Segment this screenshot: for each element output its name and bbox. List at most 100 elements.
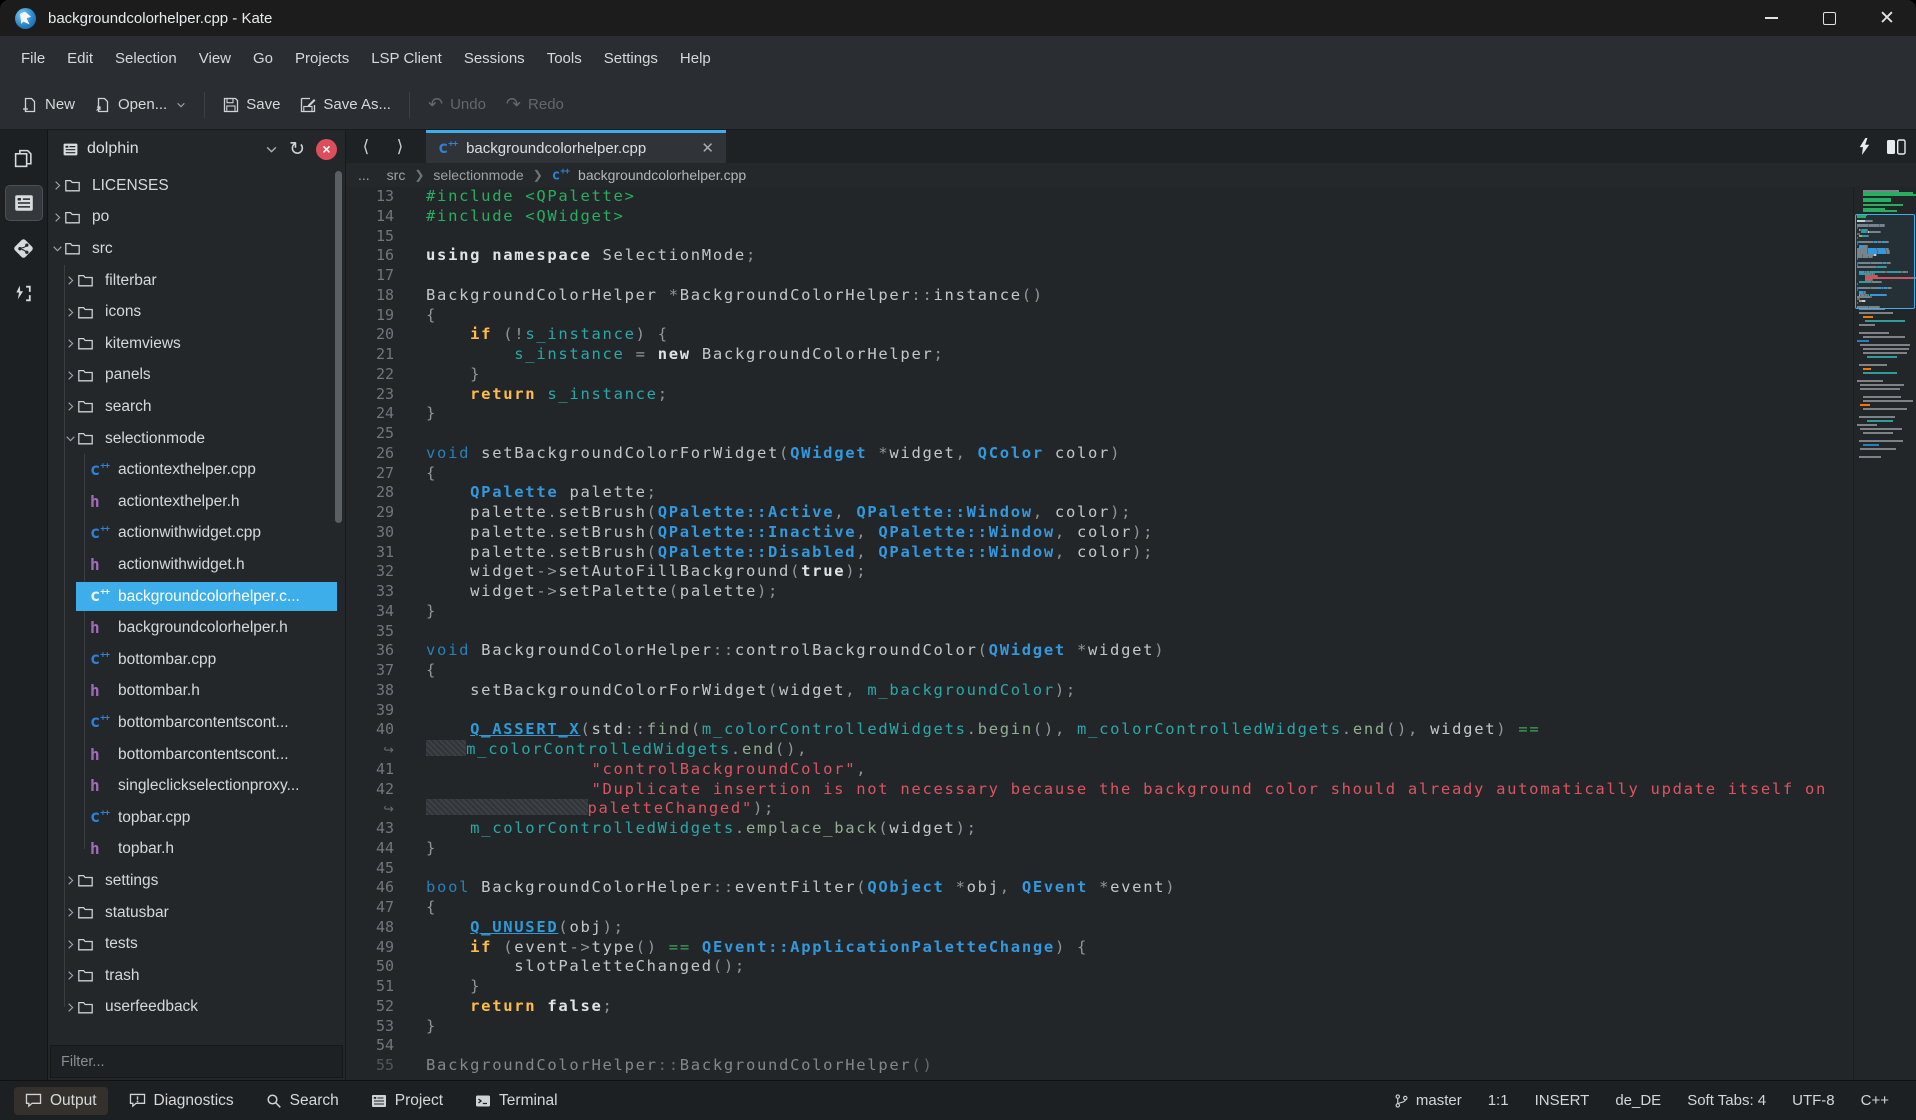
breadcrumb-item-src[interactable]: src [387, 167, 406, 183]
menu-settings[interactable]: Settings [593, 45, 669, 72]
language-mode-status[interactable]: C++ [1848, 1092, 1902, 1109]
code-line[interactable]: 31 palette.setBrush(QPalette::Disabled, … [346, 543, 1853, 563]
tab-backgroundcolorhelper-cpp[interactable]: c++ backgroundcolorhelper.cpp ✕ [426, 130, 726, 163]
tree-filter-input[interactable]: Filter... [50, 1045, 343, 1078]
toolview-button-project[interactable]: Project [360, 1087, 454, 1115]
code-editor[interactable]: 13#include <QPalette>14#include <QWidget… [346, 187, 1853, 1080]
tree-item-actiontexthelper-h[interactable]: hactiontexthelper.h [48, 486, 345, 518]
tree-collapse-chevron[interactable] [65, 307, 77, 318]
tree-item-actionwithwidget-h[interactable]: hactionwithwidget.h [48, 549, 345, 581]
menu-lsp-client[interactable]: LSP Client [360, 45, 453, 72]
code-line[interactable]: 42 "Duplicate insertion is not necessary… [346, 780, 1853, 800]
tree-collapse-chevron[interactable] [65, 875, 77, 886]
tree-item-icons[interactable]: icons [48, 296, 345, 328]
tree-item-backgroundcolorhelper-c[interactable]: c++backgroundcolorhelper.c... [48, 581, 345, 613]
menu-view[interactable]: View [188, 45, 242, 72]
menu-sessions[interactable]: Sessions [453, 45, 536, 72]
toolview-button-terminal[interactable]: Terminal [464, 1087, 569, 1115]
code-line[interactable]: 52 return false; [346, 997, 1853, 1017]
tree-expand-chevron[interactable] [65, 433, 77, 444]
close-button[interactable]: ✕ [1858, 0, 1916, 36]
toolview-button-output[interactable]: Output [14, 1087, 108, 1115]
code-line[interactable]: 17 [346, 266, 1853, 286]
code-line[interactable]: 45 [346, 859, 1853, 879]
open-button[interactable]: Open... [85, 90, 196, 119]
documents-toolview-button[interactable] [5, 140, 43, 176]
input-mode-status[interactable]: INSERT [1522, 1092, 1603, 1109]
tree-item-bottombarcontentscont[interactable]: c++bottombarcontentscont... [48, 707, 345, 739]
tree-item-statusbar[interactable]: statusbar [48, 897, 345, 929]
tree-item-selectionmode[interactable]: selectionmode [48, 423, 345, 455]
code-line[interactable]: 26void setBackgroundColorForWidget(QWidg… [346, 444, 1853, 464]
code-line[interactable]: 18BackgroundColorHelper *BackgroundColor… [346, 286, 1853, 306]
new-button[interactable]: New [12, 90, 85, 119]
maximize-button[interactable] [1800, 0, 1858, 36]
minimap-scrollbar[interactable] [1853, 187, 1916, 1080]
projects-toolview-button[interactable] [5, 185, 43, 221]
tree-collapse-chevron[interactable] [65, 1002, 77, 1013]
save-as-button[interactable]: Save As... [290, 90, 401, 119]
tab-close-icon[interactable]: ✕ [701, 139, 714, 157]
code-line[interactable]: 49 if (event->type() == QEvent::Applicat… [346, 938, 1853, 958]
tree-item-kitemviews[interactable]: kitemviews [48, 328, 345, 360]
encoding-status[interactable]: UTF-8 [1779, 1092, 1848, 1109]
code-line[interactable]: 39 [346, 701, 1853, 721]
tree-item-backgroundcolorhelper-h[interactable]: hbackgroundcolorhelper.h [48, 612, 345, 644]
tree-item-filterbar[interactable]: filterbar [48, 265, 345, 297]
code-line[interactable]: 24} [346, 404, 1853, 424]
tree-item-src[interactable]: src [48, 233, 345, 265]
code-line[interactable]: 23 return s_instance; [346, 385, 1853, 405]
tree-expand-chevron[interactable] [52, 243, 64, 254]
code-line[interactable]: 50 slotPaletteChanged(); [346, 957, 1853, 977]
tree-item-userfeedback[interactable]: userfeedback [48, 992, 345, 1024]
menu-help[interactable]: Help [669, 45, 722, 72]
menu-go[interactable]: Go [242, 45, 284, 72]
tree-collapse-chevron[interactable] [52, 212, 64, 223]
tree-item-topbar-cpp[interactable]: c++topbar.cpp [48, 802, 345, 834]
code-line[interactable]: 55BackgroundColorHelper::BackgroundColor… [346, 1056, 1853, 1076]
tree-collapse-chevron[interactable] [65, 970, 77, 981]
code-line[interactable]: 38 setBackgroundColorForWidget(widget, m… [346, 681, 1853, 701]
git-toolview-button[interactable] [5, 230, 43, 266]
tree-collapse-chevron[interactable] [65, 370, 77, 381]
tree-item-licenses[interactable]: LICENSES [48, 170, 345, 202]
dictionary-status[interactable]: de_DE [1602, 1092, 1674, 1109]
tree-collapse-chevron[interactable] [65, 907, 77, 918]
menu-file[interactable]: File [10, 45, 56, 72]
tree-collapse-chevron[interactable] [65, 401, 77, 412]
tab-width-status[interactable]: Soft Tabs: 4 [1674, 1092, 1779, 1109]
code-line[interactable]: 54 [346, 1036, 1853, 1056]
split-view-icon[interactable] [1886, 139, 1906, 155]
code-line[interactable]: 53} [346, 1017, 1853, 1037]
tree-item-tests[interactable]: tests [48, 928, 345, 960]
project-selector-chevron-icon[interactable] [265, 143, 278, 156]
tree-item-search[interactable]: search [48, 391, 345, 423]
code-line[interactable]: 44} [346, 839, 1853, 859]
tree-item-panels[interactable]: panels [48, 360, 345, 392]
code-line[interactable]: 20 if (!s_instance) { [346, 325, 1853, 345]
undo-button[interactable]: ↶ Undo [418, 90, 496, 119]
code-line[interactable]: 37{ [346, 661, 1853, 681]
tab-nav-forward-button[interactable]: ⟩ [384, 130, 416, 163]
code-line[interactable]: 34} [346, 602, 1853, 622]
code-line[interactable]: 41 "controlBackgroundColor", [346, 760, 1853, 780]
code-line[interactable]: 27{ [346, 464, 1853, 484]
tree-collapse-chevron[interactable] [65, 939, 77, 950]
code-line[interactable]: 47{ [346, 898, 1853, 918]
code-line[interactable]: 32 widget->setAutoFillBackground(true); [346, 562, 1853, 582]
menu-edit[interactable]: Edit [56, 45, 104, 72]
menu-projects[interactable]: Projects [284, 45, 360, 72]
code-wrapped-row[interactable]: ↪paletteChanged"); [346, 799, 1853, 819]
code-line[interactable]: 33 widget->setPalette(palette); [346, 582, 1853, 602]
toolview-button-diagnostics[interactable]: Diagnostics [118, 1087, 245, 1115]
code-line[interactable]: 40 Q_ASSERT_X(std::find(m_colorControlle… [346, 720, 1853, 740]
tree-item-settings[interactable]: settings [48, 865, 345, 897]
code-line[interactable]: 25 [346, 424, 1853, 444]
minimap-viewport[interactable] [1855, 214, 1915, 309]
tree-item-singleclickselectionproxy[interactable]: hsingleclickselectionproxy... [48, 770, 345, 802]
save-button[interactable]: Save [213, 90, 290, 119]
lsp-client-toolview-button[interactable] [5, 275, 43, 311]
code-line[interactable]: 15 [346, 227, 1853, 247]
code-wrapped-row[interactable]: ↪m_colorControlledWidgets.end(), [346, 740, 1853, 760]
code-line[interactable]: 29 palette.setBrush(QPalette::Active, QP… [346, 503, 1853, 523]
